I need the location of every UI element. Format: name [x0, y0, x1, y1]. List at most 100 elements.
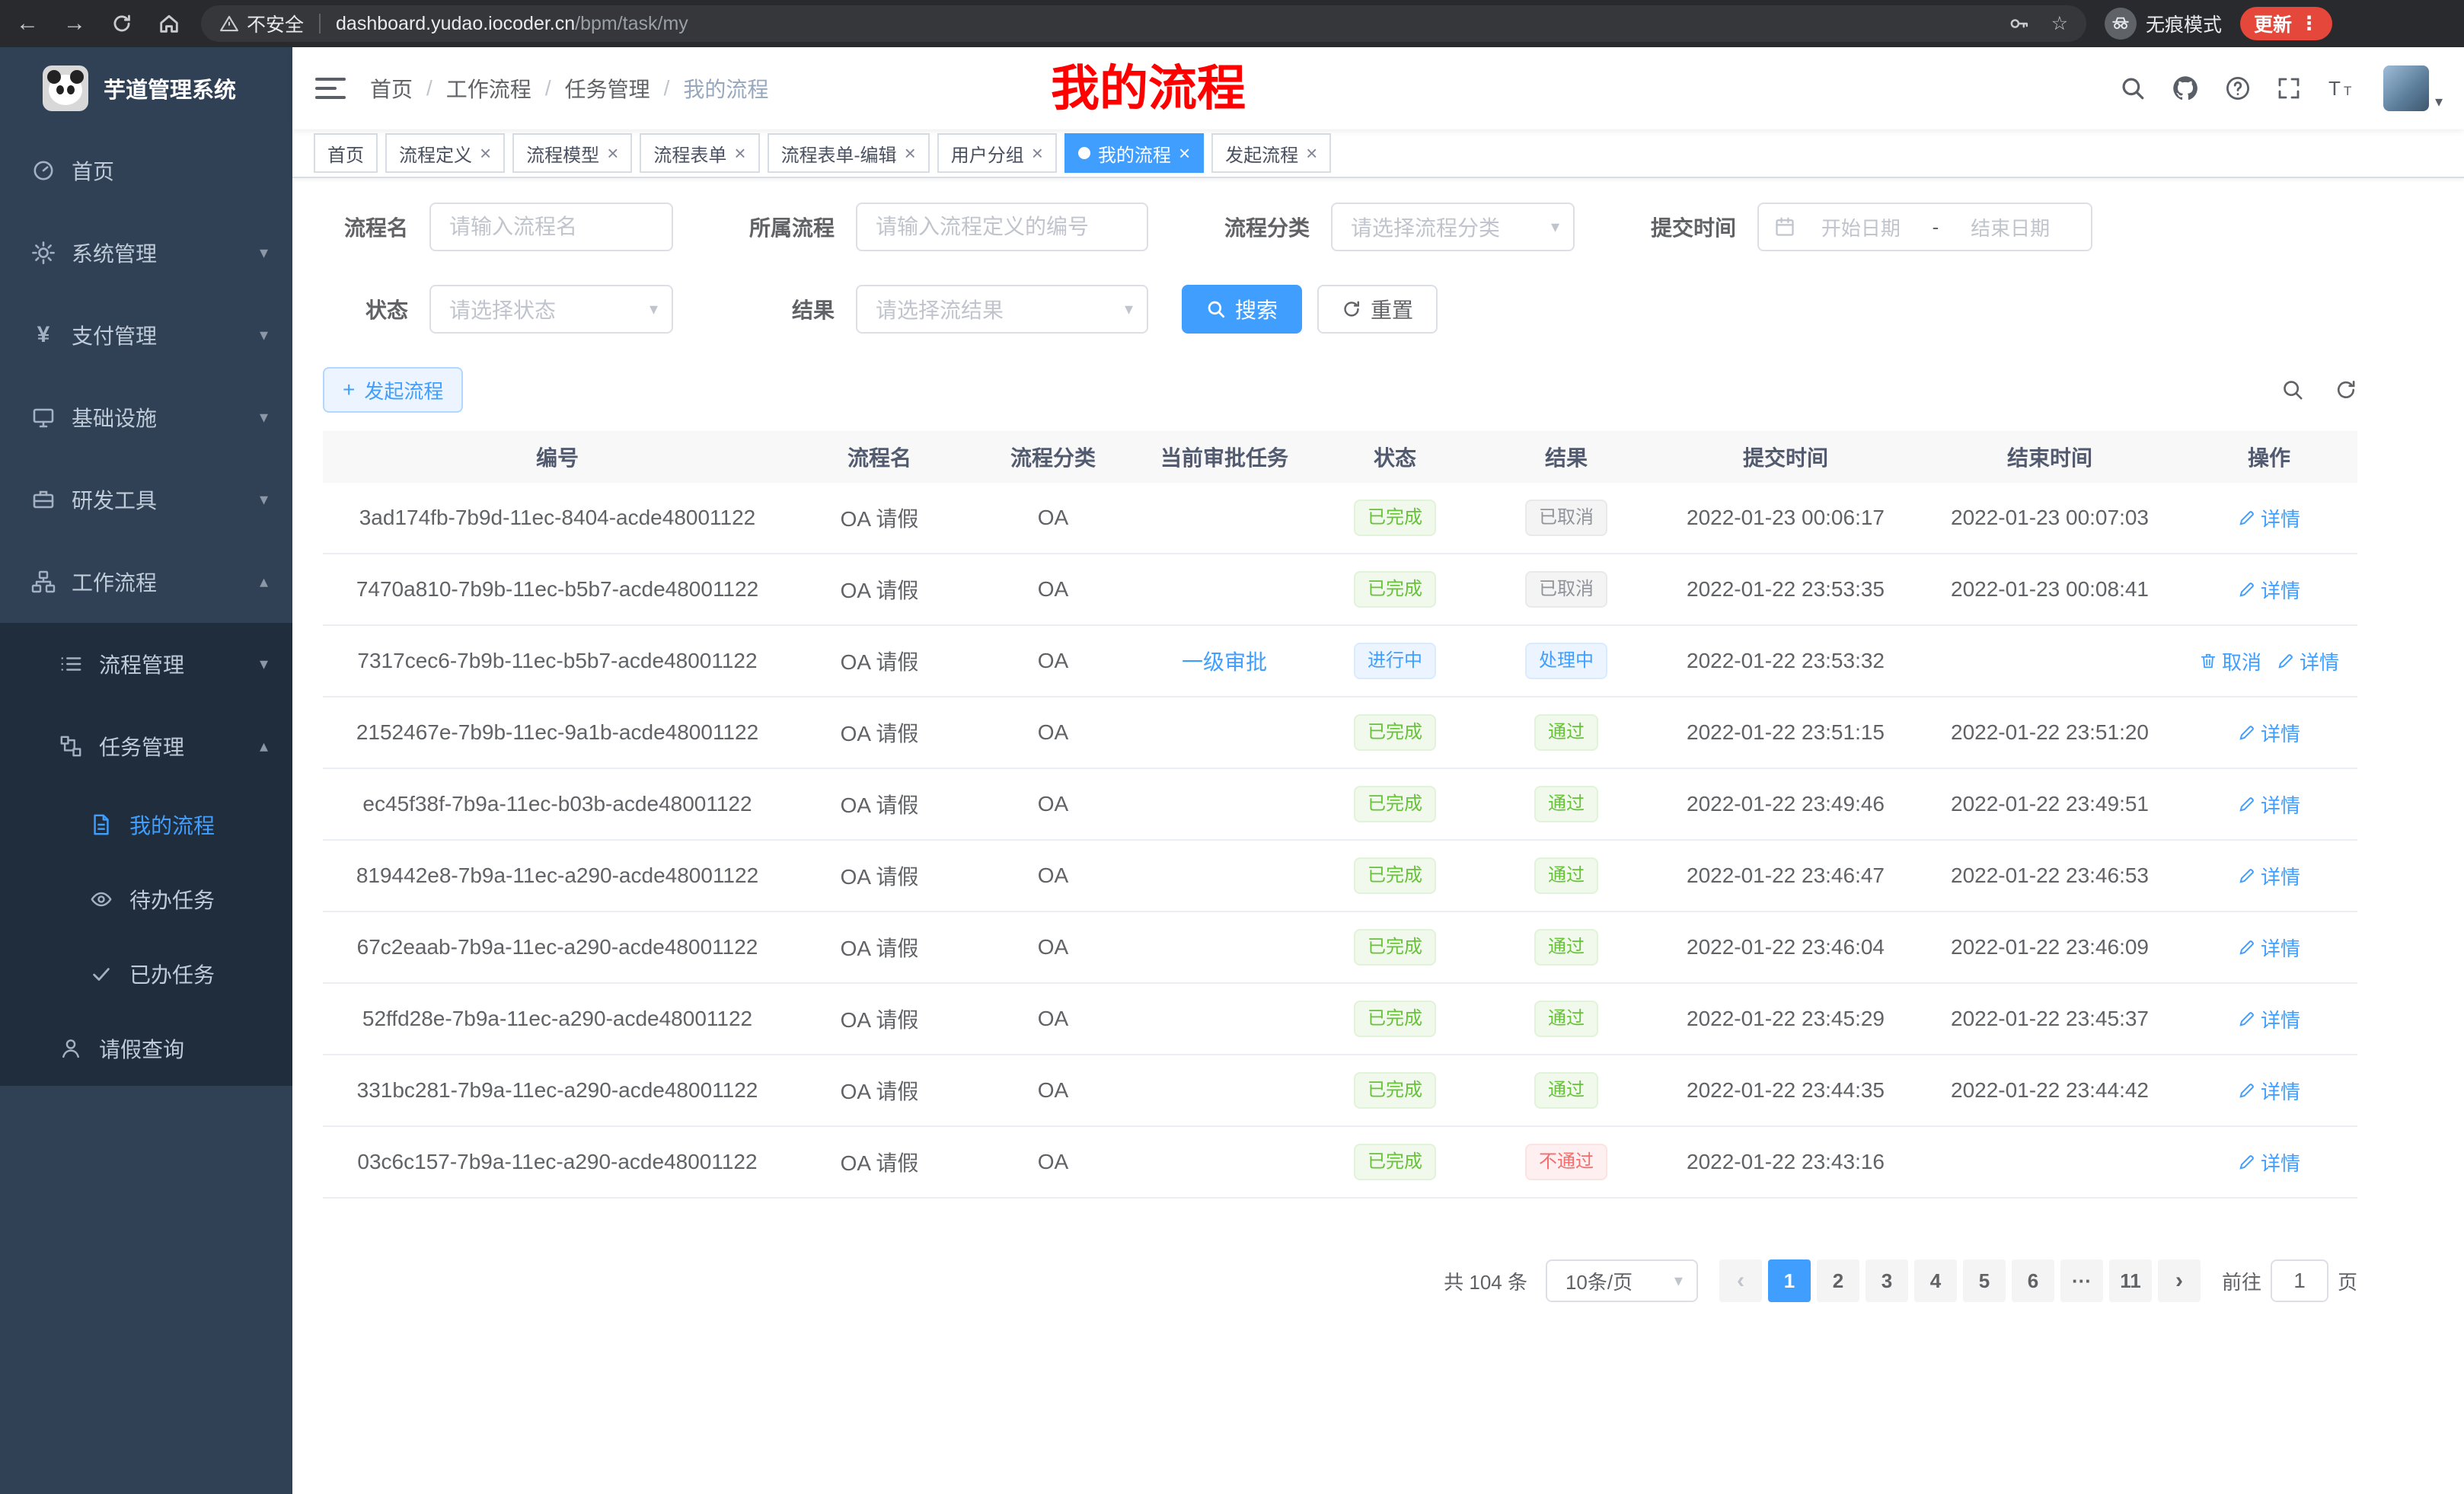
browser-menu-icon[interactable]: ⋮ — [2300, 12, 2319, 35]
detail-link[interactable]: 详情 — [2238, 1005, 2300, 1033]
page-button[interactable]: 11 — [2109, 1259, 2152, 1302]
forward-icon[interactable]: → — [55, 5, 94, 42]
cell-name: OA 请假 — [792, 860, 967, 891]
category-label: 流程分类 — [1182, 212, 1310, 242]
sidebar-item-todo-tasks[interactable]: 待办任务 — [0, 862, 292, 937]
close-icon[interactable]: × — [480, 143, 491, 163]
close-icon[interactable]: × — [1179, 143, 1190, 163]
tab-process-definition[interactable]: 流程定义× — [385, 133, 505, 173]
start-process-button[interactable]: + 发起流程 — [323, 367, 463, 413]
category-select[interactable]: 请选择流程分类 ▾ — [1331, 203, 1575, 251]
fullscreen-icon[interactable] — [2277, 76, 2301, 101]
address-bar[interactable]: 不安全 dashboard.yudao.iocoder.cn/bpm/task/… — [201, 5, 2086, 42]
sidebar-item-label: 任务管理 — [99, 731, 184, 761]
detail-link[interactable]: 详情 — [2238, 576, 2300, 604]
app-logo[interactable]: 芋道管理系统 — [0, 47, 292, 129]
avatar[interactable] — [2383, 65, 2429, 111]
detail-link[interactable]: 详情 — [2238, 719, 2300, 747]
page-button[interactable]: 5 — [1963, 1259, 2006, 1302]
page-button[interactable]: 3 — [1866, 1259, 1908, 1302]
close-icon[interactable]: × — [905, 143, 916, 163]
prev-page-button[interactable]: ‹ — [1719, 1259, 1762, 1302]
page-button[interactable]: 6 — [2012, 1259, 2054, 1302]
sidebar-item-label: 研发工具 — [72, 484, 157, 515]
close-icon[interactable]: × — [734, 143, 745, 163]
bookmark-star-icon[interactable]: ☆ — [2051, 12, 2068, 35]
hamburger-menu-icon[interactable] — [315, 78, 346, 99]
sidebar-item-my-process[interactable]: 我的流程 — [0, 787, 292, 862]
reload-icon[interactable] — [102, 5, 142, 42]
sidebar-item-process-management[interactable]: 流程管理 ▾ — [0, 623, 292, 705]
chevron-down-icon: ▾ — [260, 325, 268, 345]
process-name-input[interactable] — [429, 203, 673, 251]
yen-icon: ¥ — [30, 322, 56, 348]
breadcrumb-item[interactable]: 工作流程 — [446, 73, 531, 104]
sidebar-item-home[interactable]: 首页 — [0, 129, 292, 212]
cell-submit-time: 2022-01-22 23:44:35 — [1652, 1078, 1919, 1103]
cancel-link[interactable]: 取消 — [2199, 647, 2261, 675]
page-title-annotation: 我的流程 — [1051, 61, 1246, 116]
tab-process-form-edit[interactable]: 流程表单-编辑× — [768, 133, 930, 173]
chevron-down-icon: ▾ — [260, 407, 268, 427]
detail-link[interactable]: 详情 — [2238, 504, 2300, 532]
tab-process-model[interactable]: 流程模型× — [512, 133, 632, 173]
search-button[interactable]: 搜索 — [1182, 285, 1302, 334]
detail-link[interactable]: 详情 — [2277, 647, 2339, 675]
update-button[interactable]: 更新 ⋮ — [2240, 7, 2332, 40]
font-size-icon[interactable]: TT — [2327, 76, 2357, 101]
table-row: ec45f38f-7b9a-11ec-b03b-acde48001122 OA … — [323, 769, 2357, 841]
page-size-select[interactable]: 10条/页 ▾ — [1546, 1259, 1698, 1302]
detail-link[interactable]: 详情 — [2238, 934, 2300, 962]
detail-link[interactable]: 详情 — [2238, 1077, 2300, 1105]
detail-link[interactable]: 详情 — [2238, 790, 2300, 819]
search-icon[interactable] — [2120, 75, 2146, 101]
github-icon[interactable] — [2172, 75, 2199, 102]
chevron-down-icon: ▾ — [260, 654, 268, 674]
sidebar-item-devtools[interactable]: 研发工具 ▾ — [0, 458, 292, 541]
detail-link[interactable]: 详情 — [2238, 1148, 2300, 1176]
total-count: 共 104 条 — [1444, 1267, 1527, 1295]
tab-process-form[interactable]: 流程表单× — [640, 133, 759, 173]
refresh-icon[interactable] — [2335, 378, 2357, 401]
status-select[interactable]: 请选择状态 ▾ — [429, 285, 673, 334]
password-key-icon[interactable] — [2009, 13, 2030, 34]
sidebar-item-payment[interactable]: ¥ 支付管理 ▾ — [0, 294, 292, 376]
close-icon[interactable]: × — [1032, 143, 1043, 163]
sidebar-item-workflow[interactable]: 工作流程 ▴ — [0, 541, 292, 623]
browser-home-icon[interactable] — [149, 5, 189, 42]
date-range-picker[interactable]: 开始日期 - 结束日期 — [1757, 203, 2092, 251]
close-icon[interactable]: × — [1306, 143, 1317, 163]
help-icon[interactable] — [2225, 75, 2251, 101]
tab-home[interactable]: 首页 — [314, 133, 378, 173]
more-pages-button[interactable]: ··· — [2060, 1259, 2103, 1302]
close-icon[interactable]: × — [607, 143, 618, 163]
page-header: 首页 / 工作流程 / 任务管理 / 我的流程 我的流程 TT — [292, 47, 2464, 129]
goto-page-input[interactable] — [2271, 1259, 2328, 1302]
status-badge: 已完成 — [1354, 857, 1436, 894]
cell-end-time: 2022-01-22 23:45:37 — [1919, 1007, 2181, 1031]
back-icon[interactable]: ← — [8, 5, 47, 42]
sidebar-item-leave-query[interactable]: 请假查询 — [0, 1011, 292, 1086]
page-button[interactable]: 1 — [1768, 1259, 1811, 1302]
page-button[interactable]: 4 — [1914, 1259, 1957, 1302]
incognito-badge[interactable]: 无痕模式 — [2105, 8, 2222, 40]
page-button[interactable]: 2 — [1817, 1259, 1859, 1302]
process-def-input[interactable] — [856, 203, 1148, 251]
sidebar-item-task-management[interactable]: 任务管理 ▴ — [0, 705, 292, 787]
sidebar-item-done-tasks[interactable]: 已办任务 — [0, 937, 292, 1011]
detail-link[interactable]: 详情 — [2238, 862, 2300, 890]
sidebar-item-system[interactable]: 系统管理 ▾ — [0, 212, 292, 294]
next-page-button[interactable]: › — [2158, 1259, 2201, 1302]
reset-button[interactable]: 重置 — [1317, 285, 1438, 334]
result-select[interactable]: 请选择流结果 ▾ — [856, 285, 1148, 334]
tab-user-group[interactable]: 用户分组× — [937, 133, 1057, 173]
toggle-search-icon[interactable] — [2281, 378, 2304, 401]
tab-start-process[interactable]: 发起流程× — [1211, 133, 1331, 173]
breadcrumb-item[interactable]: 任务管理 — [565, 73, 650, 104]
tab-my-process[interactable]: 我的流程× — [1064, 133, 1204, 173]
sidebar-item-infrastructure[interactable]: 基础设施 ▾ — [0, 376, 292, 458]
user-menu[interactable]: ▾ — [2383, 65, 2443, 111]
update-label: 更新 — [2254, 10, 2292, 37]
breadcrumb-item[interactable]: 首页 — [370, 73, 413, 104]
current-task-link[interactable]: 一级审批 — [1182, 650, 1267, 674]
